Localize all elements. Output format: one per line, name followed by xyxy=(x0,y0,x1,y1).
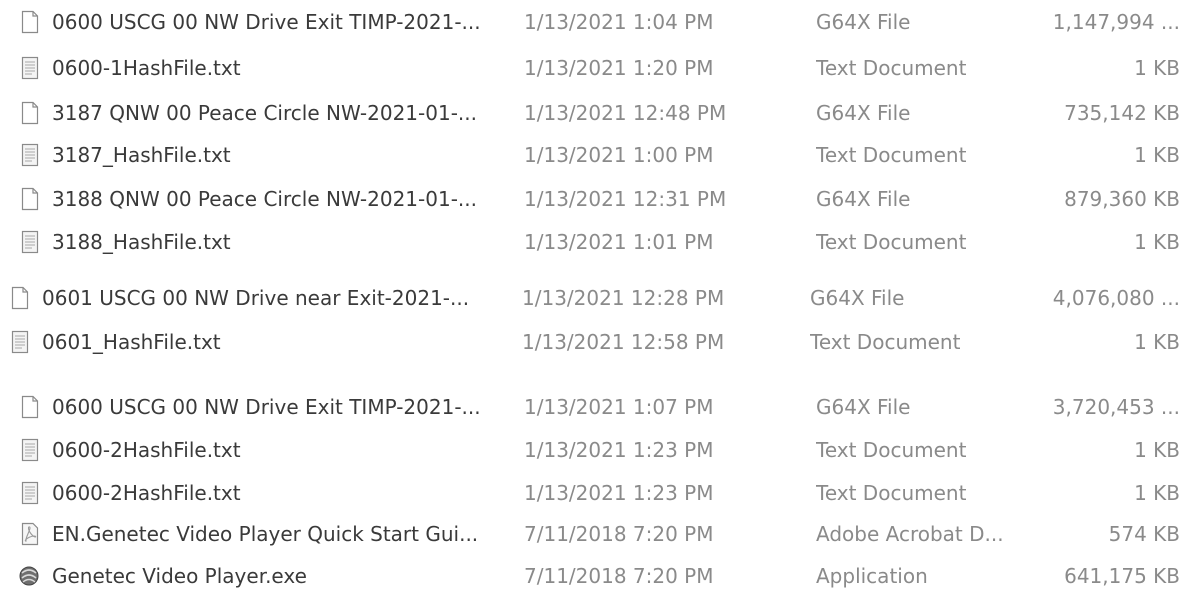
file-date-modified: 1/13/2021 1:23 PM xyxy=(524,481,714,505)
file-row[interactable]: 3188 QNW 00 Peace Circle NW-2021-01-... … xyxy=(0,179,1196,219)
file-date-modified: 1/13/2021 12:28 PM xyxy=(522,286,725,310)
file-type: Text Document xyxy=(816,438,967,462)
text-file-icon xyxy=(20,481,40,505)
file-name: Genetec Video Player.exe xyxy=(52,564,307,588)
file-name: 0601 USCG 00 NW Drive near Exit-2021-... xyxy=(42,286,470,310)
file-type: Text Document xyxy=(816,56,967,80)
blank-file-icon xyxy=(10,286,30,310)
file-date-modified: 1/13/2021 12:48 PM xyxy=(524,101,727,125)
file-type: Application xyxy=(816,564,928,588)
file-date-modified: 1/13/2021 1:04 PM xyxy=(524,10,714,34)
file-row[interactable]: Genetec Video Player.exe 7/11/2018 7:20 … xyxy=(0,556,1196,591)
file-type: Adobe Acrobat D... xyxy=(816,522,1004,546)
text-file-icon xyxy=(10,330,30,354)
text-file-icon xyxy=(20,230,40,254)
file-type: G64X File xyxy=(816,395,911,419)
file-size: 879,360 KB xyxy=(1064,187,1180,211)
file-row[interactable]: 3187_HashFile.txt 1/13/2021 1:00 PM Text… xyxy=(0,135,1196,175)
blank-file-icon xyxy=(20,10,40,34)
file-date-modified: 7/11/2018 7:20 PM xyxy=(524,522,714,546)
file-size: 3,720,453 ... xyxy=(1052,395,1180,419)
file-name: 0601_HashFile.txt xyxy=(42,330,221,354)
file-date-modified: 1/13/2021 1:00 PM xyxy=(524,143,714,167)
file-type: Text Document xyxy=(816,481,967,505)
file-size: 1 KB xyxy=(1134,330,1180,354)
file-row[interactable]: 0600-1HashFile.txt 1/13/2021 1:20 PM Tex… xyxy=(0,48,1196,88)
file-name: 3187_HashFile.txt xyxy=(52,143,231,167)
file-date-modified: 1/13/2021 1:01 PM xyxy=(524,230,714,254)
file-type: G64X File xyxy=(816,101,911,125)
file-name: 3188_HashFile.txt xyxy=(52,230,231,254)
file-date-modified: 1/13/2021 1:20 PM xyxy=(524,56,714,80)
file-row[interactable]: 3187 QNW 00 Peace Circle NW-2021-01-... … xyxy=(0,93,1196,133)
application-icon xyxy=(18,564,39,588)
file-date-modified: 1/13/2021 12:58 PM xyxy=(522,330,725,354)
text-file-icon xyxy=(20,143,40,167)
file-date-modified: 1/13/2021 1:23 PM xyxy=(524,438,714,462)
blank-file-icon xyxy=(20,187,40,211)
file-row[interactable]: 0600 USCG 00 NW Drive Exit TIMP-2021-...… xyxy=(0,2,1196,42)
file-type: Text Document xyxy=(816,230,967,254)
file-size: 4,076,080 ... xyxy=(1052,286,1180,310)
file-list: 0600 USCG 00 NW Drive Exit TIMP-2021-...… xyxy=(0,0,1196,591)
file-date-modified: 1/13/2021 12:31 PM xyxy=(524,187,727,211)
file-name: 0600-1HashFile.txt xyxy=(52,56,241,80)
file-name: 0600-2HashFile.txt xyxy=(52,481,241,505)
blank-file-icon xyxy=(20,395,40,419)
file-row[interactable]: 0600-2HashFile.txt 1/13/2021 1:23 PM Tex… xyxy=(0,430,1196,470)
pdf-file-icon xyxy=(20,522,40,546)
file-size: 1,147,994 ... xyxy=(1052,10,1180,34)
file-name: 3188 QNW 00 Peace Circle NW-2021-01-... xyxy=(52,187,477,211)
file-row[interactable]: EN.Genetec Video Player Quick Start Gui.… xyxy=(0,514,1196,554)
text-file-icon xyxy=(20,56,40,80)
file-size: 641,175 KB xyxy=(1064,564,1180,588)
file-type: G64X File xyxy=(810,286,905,310)
text-file-icon xyxy=(20,438,40,462)
blank-file-icon xyxy=(20,101,40,125)
file-size: 1 KB xyxy=(1134,143,1180,167)
file-size: 574 KB xyxy=(1108,522,1180,546)
file-date-modified: 1/13/2021 1:07 PM xyxy=(524,395,714,419)
file-type: G64X File xyxy=(816,187,911,211)
file-type: Text Document xyxy=(816,143,967,167)
file-size: 1 KB xyxy=(1134,438,1180,462)
file-size: 1 KB xyxy=(1134,481,1180,505)
file-name: 0600-2HashFile.txt xyxy=(52,438,241,462)
file-type: G64X File xyxy=(816,10,911,34)
file-name: 3187 QNW 00 Peace Circle NW-2021-01-... xyxy=(52,101,477,125)
file-row[interactable]: 3188_HashFile.txt 1/13/2021 1:01 PM Text… xyxy=(0,222,1196,262)
file-size: 1 KB xyxy=(1134,56,1180,80)
file-size: 735,142 KB xyxy=(1064,101,1180,125)
file-size: 1 KB xyxy=(1134,230,1180,254)
file-type: Text Document xyxy=(810,330,961,354)
file-row[interactable]: 0600 USCG 00 NW Drive Exit TIMP-2021-...… xyxy=(0,387,1196,427)
file-row[interactable]: 0601_HashFile.txt 1/13/2021 12:58 PM Tex… xyxy=(0,322,1196,362)
file-name: EN.Genetec Video Player Quick Start Gui.… xyxy=(52,522,479,546)
file-row[interactable]: 0600-2HashFile.txt 1/13/2021 1:23 PM Tex… xyxy=(0,473,1196,513)
file-row[interactable]: 0601 USCG 00 NW Drive near Exit-2021-...… xyxy=(0,278,1196,318)
file-date-modified: 7/11/2018 7:20 PM xyxy=(524,564,714,588)
file-name: 0600 USCG 00 NW Drive Exit TIMP-2021-... xyxy=(52,395,481,419)
file-name: 0600 USCG 00 NW Drive Exit TIMP-2021-... xyxy=(52,10,481,34)
